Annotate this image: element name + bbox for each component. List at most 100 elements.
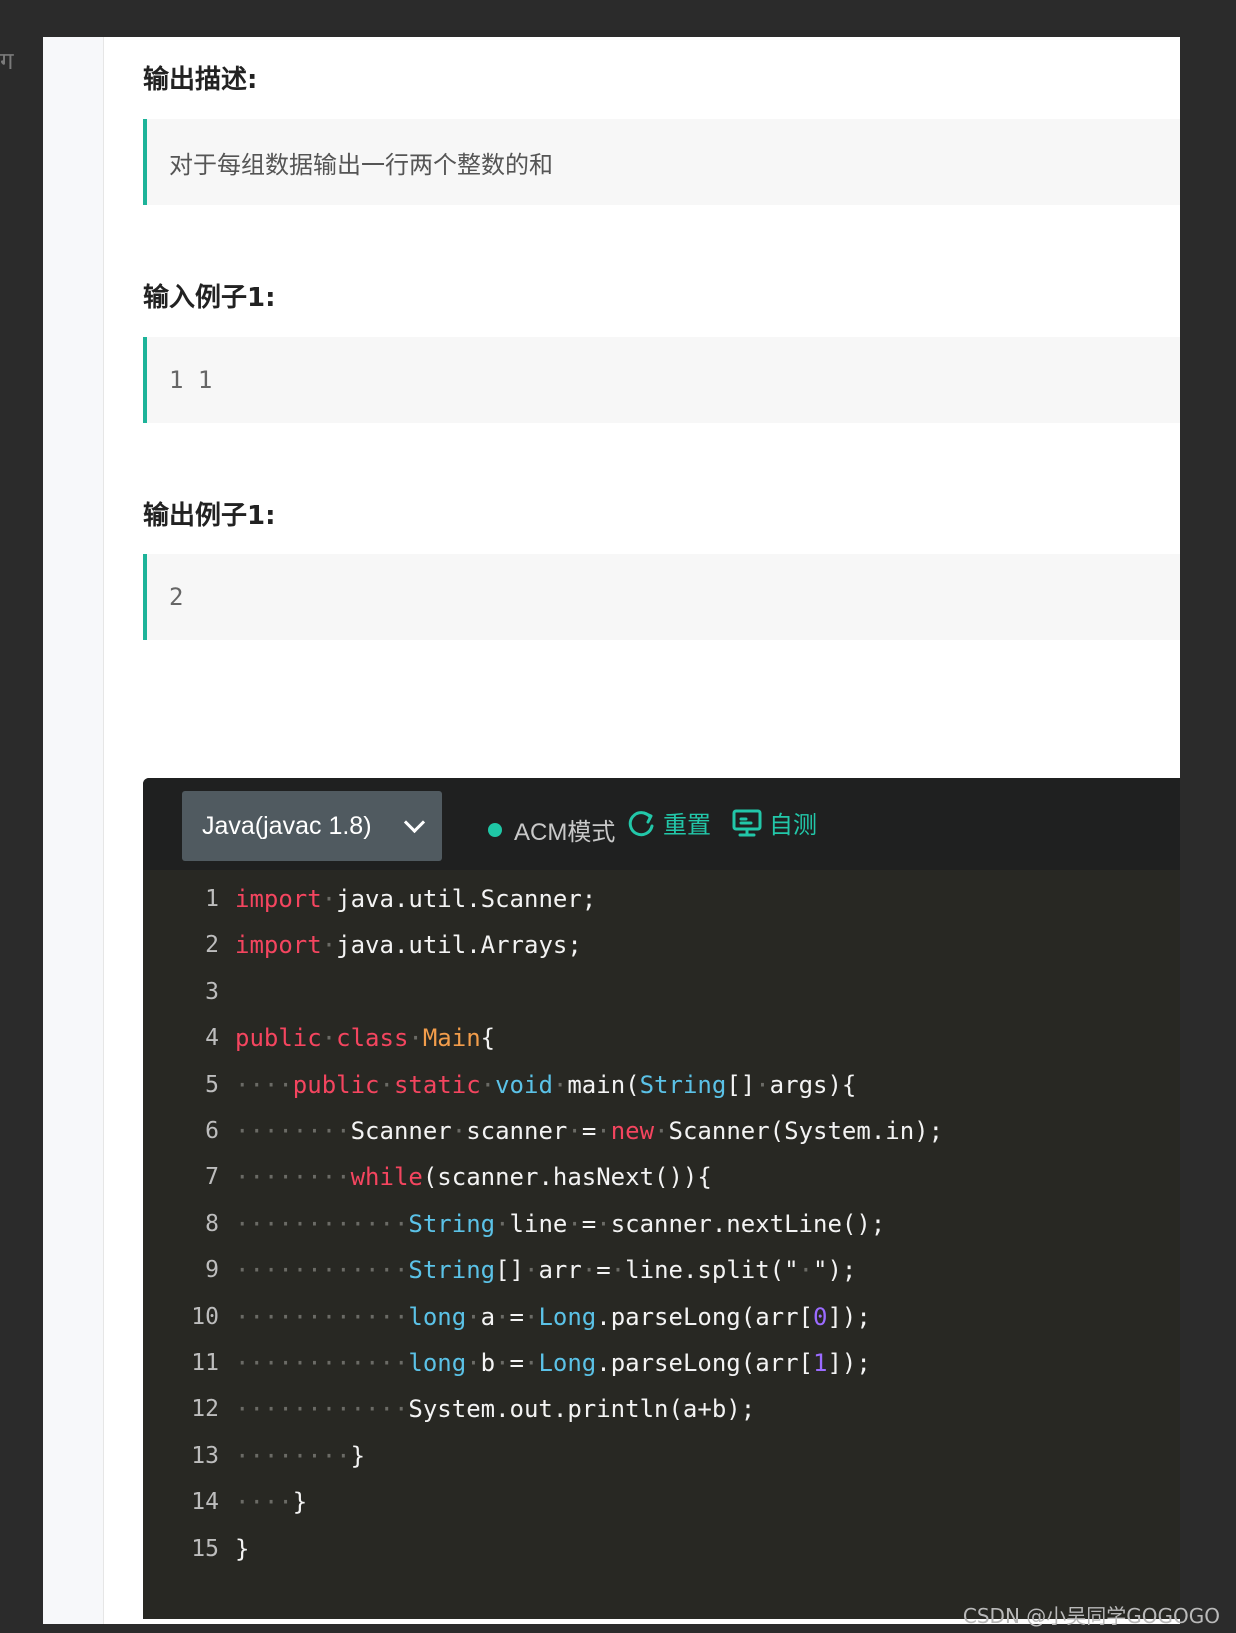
code-text: ············long·b·=·Long.parseLong(arr[… xyxy=(235,1340,871,1386)
code-token: ············ xyxy=(235,1395,409,1424)
line-number: 4 xyxy=(205,1025,219,1052)
code-token: · xyxy=(495,1349,510,1377)
code-line[interactable]: 9 ············String[]·arr·=·line.split("… xyxy=(143,1247,1180,1293)
code-token: · xyxy=(408,1024,423,1053)
code-token: · xyxy=(596,1209,611,1238)
self-test-button[interactable]: 自测 xyxy=(731,805,817,840)
code-line[interactable]: 13 ········} xyxy=(143,1433,1180,1479)
code-token: b xyxy=(480,1349,496,1377)
code-token: ···· xyxy=(235,1070,293,1099)
code-token: 0 xyxy=(813,1302,828,1331)
code-line[interactable]: 12 ············System.out.println(a+b); xyxy=(143,1386,1180,1432)
code-token: java.util.Scanner; xyxy=(336,885,597,913)
line-number: 13 xyxy=(191,1442,219,1469)
code-text: ········Scanner·scanner·=·new·Scanner(Sy… xyxy=(235,1108,943,1154)
language-select[interactable]: Java(javac 1.8) xyxy=(182,791,442,861)
code-token: long xyxy=(408,1349,467,1377)
code-token: public xyxy=(292,1070,380,1099)
code-token: (scanner.hasNext()){ xyxy=(422,1163,712,1192)
code-line[interactable]: 11 ············long·b·=·Long.parseLong(ar… xyxy=(143,1340,1180,1386)
code-token: · xyxy=(654,1117,669,1145)
code-token: = xyxy=(509,1302,524,1331)
code-token: arr xyxy=(538,1256,582,1285)
watermark: CSDN @小吴同学GOGOGO xyxy=(962,1604,1220,1628)
code-token: · xyxy=(755,1070,770,1099)
code-token: · xyxy=(321,1024,337,1053)
code-line[interactable]: 15} xyxy=(143,1526,1180,1572)
code-line[interactable]: 7 ········while(scanner.hasNext()){ xyxy=(143,1154,1180,1200)
code-token: } xyxy=(350,1441,366,1470)
code-line[interactable]: 8 ············String·line·=·scanner.nextL… xyxy=(143,1201,1180,1247)
reset-button[interactable]: 重置 xyxy=(625,805,711,840)
code-token: { xyxy=(480,1024,496,1053)
line-number: 7 xyxy=(205,1164,219,1191)
chevron-down-icon xyxy=(403,811,426,834)
input-example-text: 1 1 xyxy=(169,366,213,394)
code-token: · xyxy=(379,1070,394,1099)
code-text: import·java.util.Scanner; xyxy=(235,876,596,922)
code-token: = xyxy=(596,1256,611,1285)
code-text: ····public·static·void·main(String[]·arg… xyxy=(235,1062,856,1108)
code-token: a xyxy=(480,1302,496,1331)
problem-panel: 输出描述: 对于每组数据输出一行两个整数的和 输入例子1: 1 1 输出例子1:… xyxy=(43,37,1180,1624)
code-line[interactable]: 4 public·class·Main{ xyxy=(143,1015,1180,1061)
code-token: ············ xyxy=(235,1302,409,1331)
code-text: ············String[]·arr·=·line.split("·… xyxy=(235,1247,856,1293)
code-token: · xyxy=(567,1117,582,1145)
code-token: · xyxy=(321,885,337,913)
left-gutter xyxy=(43,37,104,1624)
code-line[interactable]: 10 ············long·a·=·Long.parseLong(ar… xyxy=(143,1294,1180,1340)
edge-glyph: ग xyxy=(0,47,14,75)
code-text: ············System.out.println(a+b); xyxy=(235,1386,755,1432)
code-token: void xyxy=(495,1070,553,1099)
line-number: 1 xyxy=(205,886,219,912)
code-line[interactable]: 14 ····} xyxy=(143,1479,1180,1525)
code-line[interactable]: 5 ····public·static·void·main(String[]·ar… xyxy=(143,1062,1180,1108)
output-description-block: 对于每组数据输出一行两个整数的和 xyxy=(143,119,1180,205)
code-line[interactable]: 6 ········Scanner·scanner·=·new·Scanner(S… xyxy=(143,1108,1180,1154)
code-token: "); xyxy=(813,1256,857,1285)
code-token: = xyxy=(581,1209,597,1238)
output-example-block: 2 xyxy=(143,554,1180,640)
code-token: } xyxy=(292,1488,308,1517)
code-token: · xyxy=(321,931,337,960)
code-token: ········ xyxy=(235,1117,351,1145)
code-token: · xyxy=(480,1070,496,1099)
code-line[interactable]: 2 import·java.util.Arrays; xyxy=(143,922,1180,968)
line-number: 10 xyxy=(191,1303,219,1330)
code-editor[interactable]: Java(javac 1.8) ACM模式 重置 自测 1 import·jav… xyxy=(143,778,1180,1619)
code-token: static xyxy=(393,1070,481,1099)
code-line[interactable]: 3 xyxy=(143,969,1180,1015)
code-token: · xyxy=(552,1070,568,1099)
code-token: 1 xyxy=(813,1349,828,1377)
code-token: public xyxy=(235,1024,322,1053)
code-token: String xyxy=(639,1070,727,1099)
output-description-text: 对于每组数据输出一行两个整数的和 xyxy=(169,150,553,179)
input-example-block: 1 1 xyxy=(143,337,1180,423)
code-token: String xyxy=(408,1256,496,1285)
code-token: ]); xyxy=(827,1349,871,1377)
code-token: Long xyxy=(538,1302,597,1331)
line-number: 5 xyxy=(205,1071,219,1098)
code-token: args){ xyxy=(769,1070,857,1099)
code-token: class xyxy=(336,1024,409,1053)
line-number: 12 xyxy=(191,1396,219,1423)
code-token: Scanner(System.in); xyxy=(668,1117,944,1145)
code-token: · xyxy=(466,1302,481,1331)
code-token: = xyxy=(509,1349,524,1377)
acm-mode-indicator[interactable]: ACM模式 xyxy=(488,812,615,847)
code-token: · xyxy=(798,1256,814,1285)
code-text: ········while(scanner.hasNext()){ xyxy=(235,1154,712,1200)
code-token: .parseLong(arr[ xyxy=(596,1349,813,1377)
code-text: import·java.util.Arrays; xyxy=(235,922,582,968)
code-text: ····} xyxy=(235,1479,307,1525)
code-token: ]); xyxy=(827,1302,871,1331)
code-line[interactable]: 1 import·java.util.Scanner; xyxy=(143,876,1180,922)
output-example-text: 2 xyxy=(169,583,184,611)
monitor-icon xyxy=(732,809,762,836)
code-text: ········} xyxy=(235,1433,365,1479)
code-token: · xyxy=(581,1256,597,1285)
editor-toolbar: Java(javac 1.8) ACM模式 重置 自测 xyxy=(143,778,1180,870)
code-token: System.out.println(a+b); xyxy=(408,1395,756,1424)
code-token: Main xyxy=(422,1024,481,1053)
